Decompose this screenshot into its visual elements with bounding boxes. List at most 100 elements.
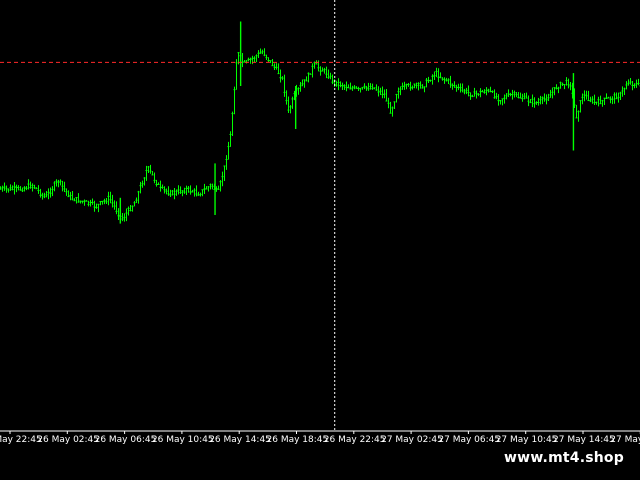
candle xyxy=(29,181,32,189)
candle xyxy=(85,200,88,202)
candle xyxy=(337,78,340,91)
candle xyxy=(135,197,138,203)
candle xyxy=(59,179,62,186)
candle xyxy=(219,180,222,192)
candle xyxy=(377,86,380,97)
candle xyxy=(411,85,414,90)
candle xyxy=(581,93,584,105)
candle xyxy=(327,69,330,79)
candle xyxy=(503,94,506,104)
candle xyxy=(287,96,290,114)
candle xyxy=(613,92,616,104)
candle xyxy=(565,77,568,86)
candle xyxy=(445,77,448,82)
candle xyxy=(507,89,510,97)
candle xyxy=(409,81,412,91)
candle xyxy=(467,85,470,97)
candle xyxy=(81,200,84,204)
candle xyxy=(511,89,514,100)
candle xyxy=(43,192,46,199)
candle xyxy=(631,81,634,91)
candle xyxy=(255,54,258,63)
candle xyxy=(487,88,490,93)
candle xyxy=(201,189,204,197)
candle xyxy=(139,181,142,194)
candle xyxy=(549,89,552,98)
candle xyxy=(55,179,58,187)
candle xyxy=(597,96,600,107)
candle xyxy=(489,86,492,93)
candle xyxy=(299,82,302,92)
candle xyxy=(361,86,364,90)
candle xyxy=(233,86,236,115)
candle xyxy=(39,188,42,198)
candle xyxy=(61,180,64,192)
candle xyxy=(67,190,70,198)
candle xyxy=(477,93,480,97)
candle xyxy=(307,72,310,83)
candle xyxy=(123,213,126,222)
candle xyxy=(491,90,494,94)
candle xyxy=(265,54,268,60)
candle xyxy=(17,185,20,191)
candle xyxy=(235,59,238,90)
candle xyxy=(379,87,382,96)
candle xyxy=(547,93,550,101)
x-tick-label: 26 May 06:45 xyxy=(95,435,157,445)
candle xyxy=(529,98,532,104)
trading-chart[interactable]: 26 May 22:4526 May 02:4526 May 06:4526 M… xyxy=(0,0,640,480)
candle xyxy=(197,191,200,196)
candle xyxy=(471,94,474,98)
candle xyxy=(435,67,438,78)
candle xyxy=(425,77,428,88)
candle xyxy=(191,189,194,193)
candle xyxy=(627,79,630,86)
candle xyxy=(35,187,38,190)
candle xyxy=(619,91,622,101)
candle xyxy=(525,92,528,99)
candle xyxy=(535,101,538,105)
x-tick-label: 26 May 14:45 xyxy=(209,435,271,445)
candle xyxy=(345,81,348,92)
candle xyxy=(109,191,112,204)
candle xyxy=(451,83,454,90)
candle xyxy=(595,101,598,105)
candle xyxy=(623,87,626,95)
candle xyxy=(365,85,368,91)
candle xyxy=(145,165,148,181)
candle xyxy=(427,76,430,83)
candle xyxy=(23,186,26,192)
x-tick-label: 27 May 18: xyxy=(610,435,640,445)
candle xyxy=(493,89,496,99)
candle xyxy=(151,170,154,176)
candle xyxy=(207,186,210,192)
candle xyxy=(209,183,212,190)
candle xyxy=(397,87,400,99)
candle xyxy=(589,96,592,103)
candle xyxy=(383,89,386,99)
candle xyxy=(481,89,484,93)
candle xyxy=(183,187,186,194)
candle xyxy=(289,105,292,114)
candle xyxy=(575,104,578,119)
candle xyxy=(441,77,444,81)
x-tick-label: 26 May 02:45 xyxy=(37,435,99,445)
candle xyxy=(321,67,324,72)
candle xyxy=(513,90,516,98)
price-chart-canvas[interactable]: 26 May 22:4526 May 02:4526 May 06:4526 M… xyxy=(0,0,640,480)
candle xyxy=(181,190,184,197)
candle xyxy=(423,86,426,93)
candle xyxy=(297,87,300,95)
candle xyxy=(257,50,260,58)
candle xyxy=(343,84,346,91)
candle xyxy=(37,185,40,194)
candle xyxy=(7,188,10,193)
candle xyxy=(87,200,90,207)
candle xyxy=(429,79,432,82)
candle xyxy=(47,188,50,200)
x-axis: 26 May 22:4526 May 02:4526 May 06:4526 M… xyxy=(0,430,640,445)
candle xyxy=(497,94,500,106)
candle xyxy=(173,188,176,200)
candle xyxy=(19,186,22,191)
candle xyxy=(323,67,326,74)
